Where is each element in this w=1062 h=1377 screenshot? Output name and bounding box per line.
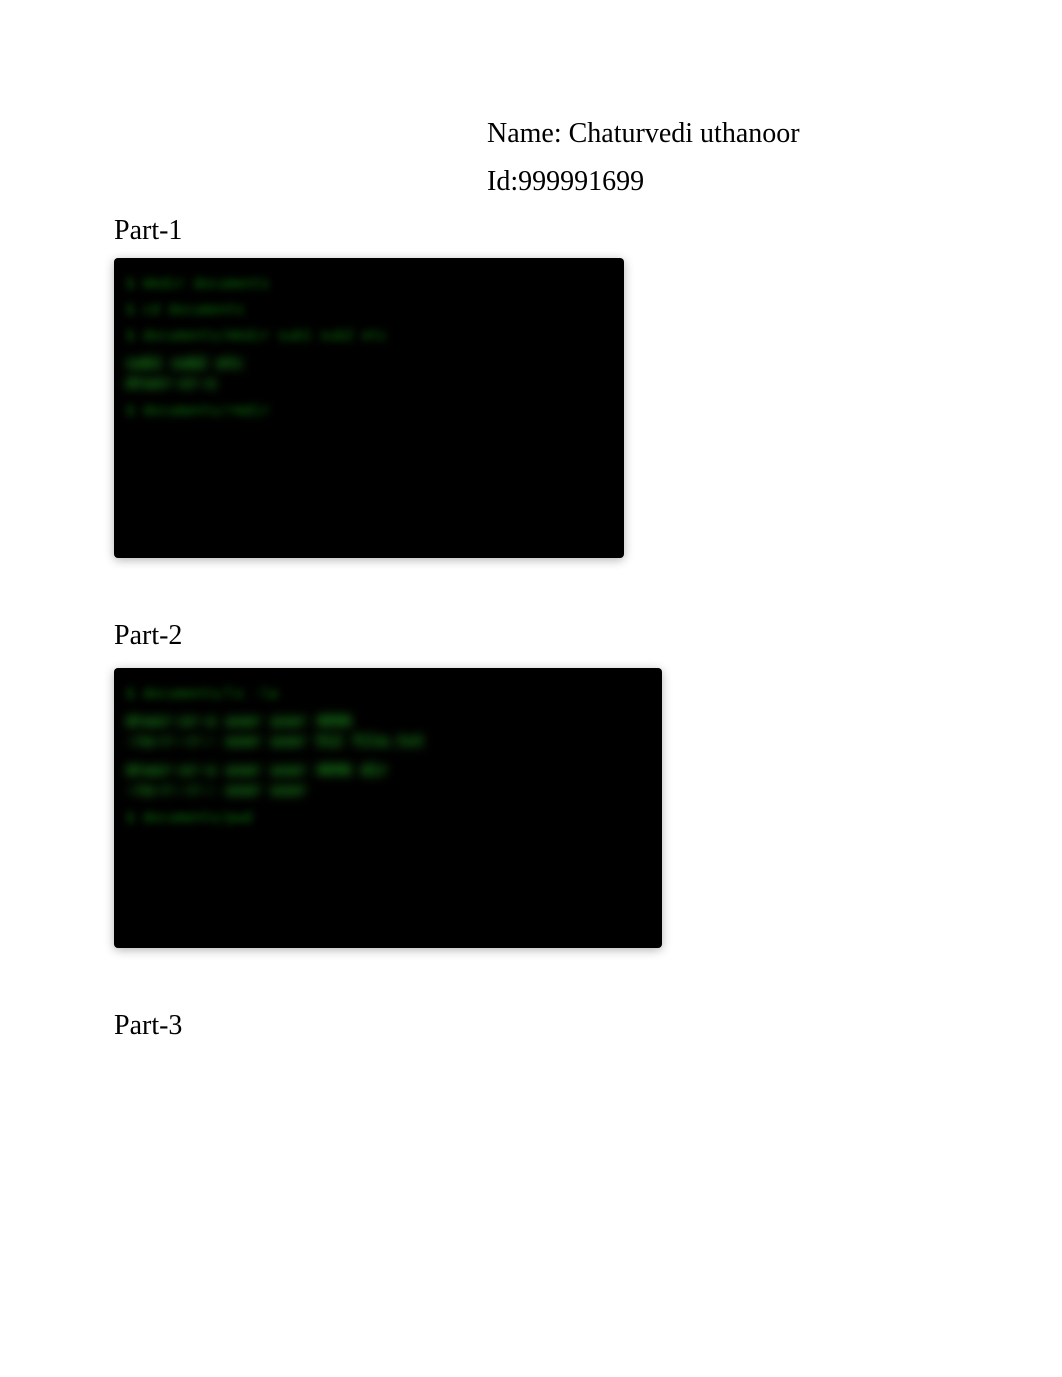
part2-title: Part-2 (114, 620, 182, 652)
terminal-output: sub1 sub2 etc drwxr-xr-x (126, 354, 612, 393)
name-label: Name: Chaturvedi uthanoor (487, 110, 800, 158)
terminal-line: $ documents/rmdir (126, 403, 612, 419)
part3-title: Part-3 (114, 1010, 182, 1042)
terminal-screenshot-1: $ mkdir documents $ cd documents $ docum… (114, 258, 624, 558)
terminal-output: drwxr-xr-x user user 4096 dir -rw-r--r--… (126, 761, 650, 800)
terminal-line: $ documents/mkdir sub1 sub2 etc (126, 328, 612, 344)
terminal-screenshot-2: $ documents/ls -la drwxr-xr-x user user … (114, 668, 662, 948)
terminal-line: $ cd documents (126, 302, 612, 318)
terminal-line: $ mkdir documents (126, 276, 612, 292)
terminal-line: $ documents/ls -la (126, 686, 650, 702)
terminal-line: $ documents/pwd (126, 810, 650, 826)
terminal-output: drwxr-xr-x user user 4096 -rw-r--r-- use… (126, 712, 650, 751)
id-label: Id:999991699 (487, 158, 800, 206)
header-info: Name: Chaturvedi uthanoor Id:999991699 (487, 110, 800, 205)
part1-title: Part-1 (114, 215, 182, 247)
